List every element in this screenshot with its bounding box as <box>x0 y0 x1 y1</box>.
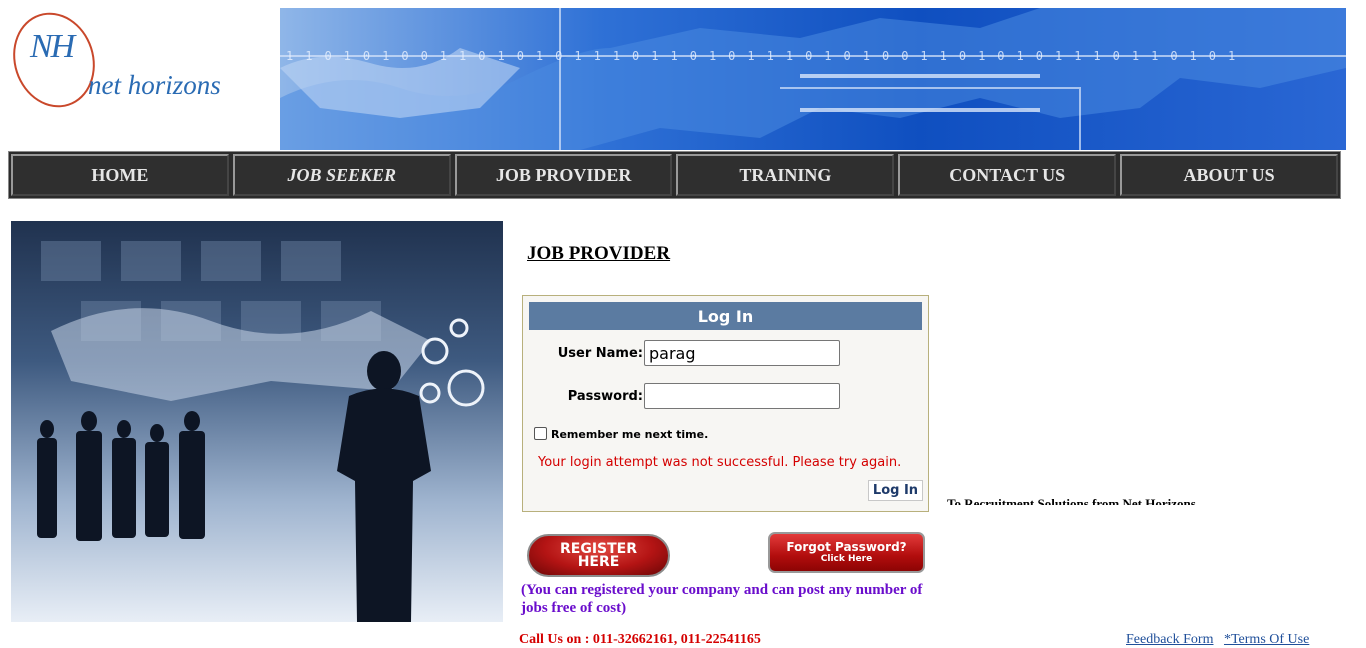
username-input[interactable] <box>644 340 840 366</box>
logo-monogram: NH <box>30 28 75 65</box>
nav-job-seeker[interactable]: JOB SEEKER <box>232 154 451 196</box>
nav-about-us[interactable]: ABOUT US <box>1120 154 1338 196</box>
username-label: User Name: <box>557 346 643 361</box>
register-here-button[interactable]: REGISTER HERE <box>527 534 670 577</box>
world-map-banner-graphic: 1101010011010101110110101110101001101010… <box>280 8 1346 150</box>
forgot-line1: Forgot Password? <box>786 539 907 554</box>
scrolling-marquee: To Recruitment Solutions from Net Horizo… <box>947 496 1196 505</box>
login-header: Log In <box>529 302 922 330</box>
login-error-message: Your login attempt was not successful. P… <box>538 455 902 470</box>
logo-text: net horizons <box>88 70 221 100</box>
registration-note: (You can registered your company and can… <box>521 582 923 616</box>
register-line2: HERE <box>577 553 620 570</box>
footer-link-separator <box>1217 632 1221 647</box>
site-logo[interactable]: NH net horizons <box>1 1 248 150</box>
nav-job-provider[interactable]: JOB PROVIDER <box>454 154 673 196</box>
header-banner: 1101010011010101110110101110101001101010… <box>280 8 1346 150</box>
remember-me-checkbox[interactable] <box>534 427 547 440</box>
hero-illustration <box>37 241 485 622</box>
banner-binary-text: 1101010011010101110110101110101001101010… <box>286 49 1247 63</box>
footer-links: Feedback Form *Terms Of Use <box>1126 632 1309 648</box>
forgot-line2: Click Here <box>820 553 873 564</box>
password-label: Password: <box>567 389 643 404</box>
page-title: JOB PROVIDER <box>527 243 671 264</box>
forgot-password-button[interactable]: Forgot Password? Click Here <box>768 532 925 573</box>
login-button[interactable]: Log In <box>868 480 923 501</box>
nav-home[interactable]: HOME <box>11 154 229 196</box>
business-people-hero-image <box>11 221 503 622</box>
call-us-text: Call Us on : 011-32662161, 011-22541165 <box>519 632 761 647</box>
nav-contact-us[interactable]: CONTACT US <box>898 154 1117 196</box>
feedback-form-link[interactable]: Feedback Form <box>1126 632 1213 647</box>
remember-me-label[interactable]: Remember me next time. <box>551 428 708 441</box>
nav-training[interactable]: TRAINING <box>676 154 895 196</box>
terms-of-use-link[interactable]: *Terms Of Use <box>1224 632 1309 647</box>
password-input[interactable] <box>644 383 840 409</box>
main-nav: HOME JOB SEEKER JOB PROVIDER TRAINING CO… <box>8 151 1341 199</box>
login-form: Log In User Name: Password: Remember me … <box>522 295 929 512</box>
